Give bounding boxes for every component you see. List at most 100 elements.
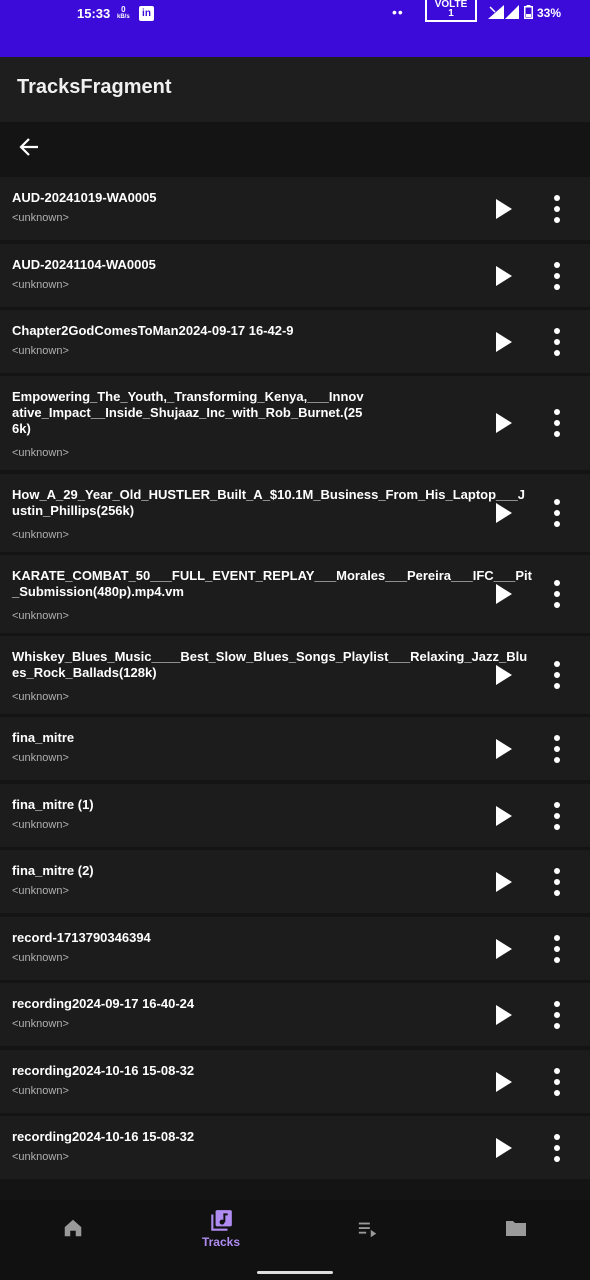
track-title: recording2024-10-16 15-08-32 <box>12 1063 195 1078</box>
nav-home[interactable] <box>18 1200 128 1280</box>
track-artist: <unknown> <box>12 1085 69 1097</box>
track-row[interactable]: Empowering_The_Youth,_Transforming_Kenya… <box>0 376 590 470</box>
home-indicator[interactable] <box>257 1271 333 1274</box>
bottom-navigation: Tracks <box>0 1200 590 1280</box>
more-options-button[interactable] <box>551 800 563 832</box>
volte-sim-number: 1 <box>448 8 454 19</box>
battery-percentage: 33% <box>537 6 562 20</box>
track-title: recording2024-10-16 15-08-32 <box>12 1129 195 1144</box>
more-vert-icon <box>554 580 560 608</box>
back-button[interactable] <box>18 136 44 158</box>
data-rate-unit: kB/s <box>117 14 130 20</box>
nav-tracks[interactable]: Tracks <box>166 1200 276 1280</box>
more-notifications-icon: •• <box>392 4 404 20</box>
play-icon <box>496 665 512 685</box>
more-options-button[interactable] <box>551 659 563 691</box>
track-row[interactable]: recording2024-10-16 15-08-32 <unknown> <box>0 1050 590 1113</box>
more-vert-icon <box>554 262 560 290</box>
more-vert-icon <box>554 735 560 763</box>
track-title: Empowering_The_Youth,_Transforming_Kenya… <box>12 389 364 436</box>
nav-folders[interactable] <box>461 1200 571 1280</box>
more-options-button[interactable] <box>551 1132 563 1164</box>
play-button[interactable] <box>494 938 514 960</box>
track-title: How_A_29_Year_Old_HUSTLER_Built_A_$10.1M… <box>12 487 525 518</box>
track-artist: <unknown> <box>12 952 69 964</box>
play-icon <box>496 1072 512 1092</box>
wifi-signal-icon <box>488 5 504 19</box>
volte-indicator: VOLTE 1 <box>425 0 477 22</box>
more-vert-icon <box>554 868 560 896</box>
track-row[interactable]: KARATE_COMBAT_50___FULL_EVENT_REPLAY___M… <box>0 555 590 633</box>
play-button[interactable] <box>494 1137 514 1159</box>
play-icon <box>496 584 512 604</box>
track-row[interactable]: AUD-20241019-WA0005 <unknown> <box>0 177 590 240</box>
more-options-button[interactable] <box>551 407 563 439</box>
play-icon <box>496 939 512 959</box>
folder-icon <box>506 1221 526 1236</box>
more-vert-icon <box>554 1134 560 1162</box>
more-vert-icon <box>554 499 560 527</box>
track-row[interactable]: Whiskey_Blues_Music____Best_Slow_Blues_S… <box>0 636 590 714</box>
nav-tracks-label: Tracks <box>201 1235 241 1249</box>
more-options-button[interactable] <box>551 999 563 1031</box>
more-options-button[interactable] <box>551 260 563 292</box>
track-row[interactable]: Chapter2GodComesToMan2024-09-17 16-42-9 <… <box>0 310 590 373</box>
play-button[interactable] <box>494 738 514 760</box>
battery-icon <box>524 5 533 19</box>
more-options-button[interactable] <box>551 866 563 898</box>
play-icon <box>496 199 512 219</box>
track-artist: <unknown> <box>12 447 69 459</box>
track-title: fina_mitre (1) <box>12 797 94 812</box>
play-icon <box>496 1138 512 1158</box>
app-bar: TracksFragment <box>0 57 590 122</box>
play-button[interactable] <box>494 502 514 524</box>
track-artist: <unknown> <box>12 610 69 622</box>
track-title: record-1713790346394 <box>12 930 151 945</box>
more-options-button[interactable] <box>551 326 563 358</box>
track-row[interactable]: recording2024-09-17 16-40-24 <unknown> <box>0 983 590 1046</box>
track-row[interactable]: fina_mitre (2) <unknown> <box>0 850 590 913</box>
track-row[interactable]: fina_mitre <unknown> <box>0 717 590 780</box>
track-artist: <unknown> <box>12 529 69 541</box>
track-title: fina_mitre <box>12 730 75 745</box>
more-vert-icon <box>554 1068 560 1096</box>
more-options-button[interactable] <box>551 193 563 225</box>
more-options-button[interactable] <box>551 733 563 765</box>
more-vert-icon <box>554 409 560 437</box>
track-artist: <unknown> <box>12 279 69 291</box>
page-title: TracksFragment <box>17 76 172 98</box>
play-button[interactable] <box>494 198 514 220</box>
play-button[interactable] <box>494 583 514 605</box>
track-row[interactable]: How_A_29_Year_Old_HUSTLER_Built_A_$10.1M… <box>0 474 590 552</box>
track-row[interactable]: record-1713790346394 <unknown> <box>0 917 590 980</box>
nav-queue[interactable] <box>313 1200 423 1280</box>
play-button[interactable] <box>494 1004 514 1026</box>
more-options-button[interactable] <box>551 497 563 529</box>
track-title: recording2024-09-17 16-40-24 <box>12 996 195 1011</box>
more-vert-icon <box>554 661 560 689</box>
play-button[interactable] <box>494 805 514 827</box>
track-artist: <unknown> <box>12 1018 69 1030</box>
track-row[interactable]: fina_mitre (1) <unknown> <box>0 784 590 847</box>
more-options-button[interactable] <box>551 1066 563 1098</box>
play-button[interactable] <box>494 664 514 686</box>
track-title: fina_mitre (2) <box>12 863 94 878</box>
home-icon <box>64 1219 82 1237</box>
more-options-button[interactable] <box>551 933 563 965</box>
track-artist: <unknown> <box>12 885 69 897</box>
more-vert-icon <box>554 802 560 830</box>
status-time: 15:33 <box>77 6 111 21</box>
track-row[interactable]: AUD-20241104-WA0005 <unknown> <box>0 244 590 307</box>
play-icon <box>496 266 512 286</box>
play-button[interactable] <box>494 1071 514 1093</box>
play-button[interactable] <box>494 331 514 353</box>
play-icon <box>496 806 512 826</box>
track-title: AUD-20241019-WA0005 <box>12 190 157 205</box>
play-icon <box>496 1005 512 1025</box>
play-button[interactable] <box>494 412 514 434</box>
play-button[interactable] <box>494 265 514 287</box>
track-artist: <unknown> <box>12 345 69 357</box>
more-options-button[interactable] <box>551 578 563 610</box>
track-row[interactable]: recording2024-10-16 15-08-32 <unknown> <box>0 1116 590 1179</box>
play-button[interactable] <box>494 871 514 893</box>
